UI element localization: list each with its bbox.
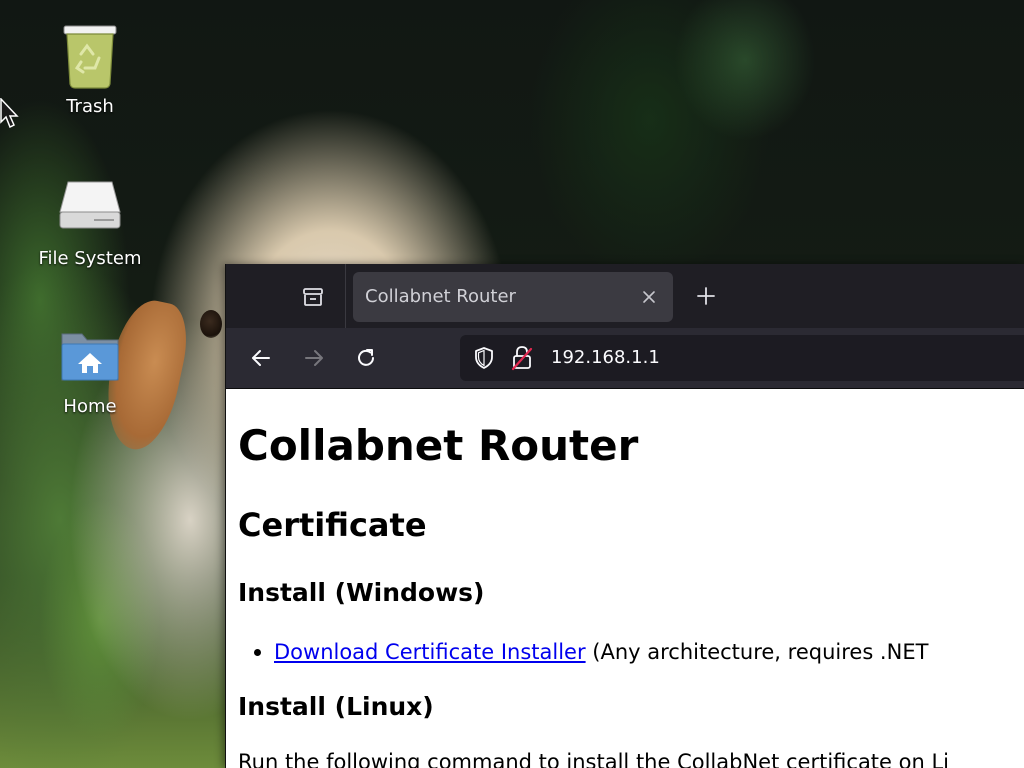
desktop-icon-file-system[interactable]: File System bbox=[25, 172, 155, 269]
desktop-icon-label: Trash bbox=[66, 96, 114, 117]
desktop-icon-label: File System bbox=[38, 248, 142, 269]
url-bar[interactable]: 192.168.1.1 bbox=[460, 335, 1024, 381]
arrow-right-icon bbox=[305, 350, 323, 366]
install-linux-heading: Install (Linux) bbox=[238, 692, 434, 721]
bullet-icon bbox=[254, 649, 261, 656]
page-content: Collabnet Router Certificate Install (Wi… bbox=[226, 389, 1024, 768]
reload-icon bbox=[358, 349, 374, 366]
wallpaper-dog-eye bbox=[200, 310, 222, 338]
arrow-left-icon bbox=[252, 350, 270, 366]
back-button[interactable] bbox=[245, 342, 277, 374]
navigation-bar: 192.168.1.1 bbox=[226, 328, 1024, 389]
new-tab-button[interactable] bbox=[691, 281, 721, 311]
mouse-cursor-icon bbox=[0, 98, 19, 129]
list-item: Download Certificate Installer (Any arch… bbox=[254, 639, 929, 665]
shield-icon[interactable] bbox=[472, 346, 496, 370]
desktop-icon-trash[interactable]: Trash bbox=[25, 20, 155, 117]
download-certificate-link[interactable]: Download Certificate Installer bbox=[274, 640, 586, 664]
desktop-icon-home[interactable]: Home bbox=[25, 320, 155, 417]
insecure-lock-icon[interactable] bbox=[510, 345, 534, 371]
linux-instructions-paragraph: Run the following command to install the… bbox=[238, 750, 950, 768]
close-icon bbox=[643, 291, 655, 303]
install-windows-heading: Install (Windows) bbox=[238, 578, 485, 607]
tab-collabnet-router[interactable]: Collabnet Router bbox=[353, 272, 673, 322]
page-title: Collabnet Router bbox=[238, 421, 639, 470]
browser-window: Collabnet Router 192.168.1.1 Collabnet R… bbox=[225, 264, 1024, 768]
reload-button[interactable] bbox=[350, 342, 382, 374]
tab-list-button[interactable] bbox=[296, 280, 330, 314]
tab-bar: Collabnet Router bbox=[226, 264, 1024, 328]
tab-list-icon bbox=[303, 288, 323, 306]
tab-close-button[interactable] bbox=[637, 285, 661, 309]
drive-icon bbox=[59, 181, 121, 229]
url-text[interactable]: 192.168.1.1 bbox=[551, 347, 660, 368]
forward-button[interactable] bbox=[298, 342, 330, 374]
certificate-heading: Certificate bbox=[238, 506, 427, 544]
download-note: (Any architecture, requires .NET bbox=[585, 640, 929, 664]
home-folder-icon bbox=[61, 333, 119, 381]
tab-title: Collabnet Router bbox=[365, 286, 516, 307]
tab-separator bbox=[345, 264, 346, 328]
trash-icon bbox=[63, 25, 117, 89]
desktop-icon-label: Home bbox=[63, 396, 117, 417]
plus-icon bbox=[697, 287, 715, 305]
